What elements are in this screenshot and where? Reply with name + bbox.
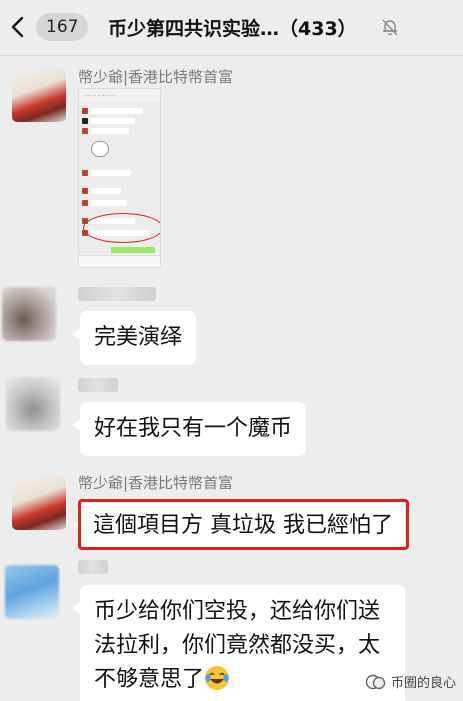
avatar[interactable] [6,377,60,431]
red-highlight-box [78,499,409,550]
message-bubble[interactable]: 完美演绎 [72,311,197,365]
message-line: 法拉利，你们竟然都没买，太 [94,633,381,658]
message-line-last: 不够意思了 [94,663,391,697]
thumbnail-row [82,199,127,206]
thumbnail-row [82,187,121,194]
sender-name: 幣少爺|香港比特幣首富 [78,68,234,86]
laughing-tears-emoji-icon [205,666,230,690]
sender-name-redacted [78,560,108,574]
avatar[interactable] [2,287,56,341]
thumbnail-red-circle [83,213,160,243]
chat-header: 167 币少第四共识实验…（433） [0,0,463,56]
thumbnail-row [111,247,155,253]
thumbnail-row [82,117,135,124]
sender-name: 幣少爺|香港比特幣首富 [78,474,234,492]
chevron-left-icon [11,16,24,38]
message-bubble[interactable]: 币少给你们空投，还给你们送 法拉利，你们竟然都没买，太 不够意思了 [73,585,405,701]
avatar[interactable] [5,565,59,619]
message-text: 好在我只有一个魔币 [94,416,293,441]
watermark: 币圈的良心 [365,672,456,691]
thumbnail-sticker [91,141,109,157]
image-message[interactable]: · · · · · · · · · · · · [78,88,161,268]
chat-title: 币少第四共识实验…（433） [108,18,357,40]
sender-name-redacted [78,378,118,392]
watermark-text: 币圈的良心 [391,676,457,691]
thumbnail-row [82,107,143,114]
thumbnail-header: · · · · · · · · · · · · [79,89,160,102]
avatar[interactable] [12,68,66,122]
thumbnail-footer [79,255,160,267]
message-text: 完美演绎 [94,325,183,350]
thumbnail-row [82,127,129,134]
unread-count-badge: 167 [36,13,89,41]
message-line: 币少给你们空投，还给你们送 [94,599,381,624]
message-bubble[interactable]: 好在我只有一个魔币 [72,402,307,456]
sender-name-redacted [78,287,156,301]
back-button[interactable]: 167 [10,12,90,42]
thumbnail-row [82,169,131,176]
avatar[interactable] [12,476,66,530]
wechat-official-account-icon [365,674,386,689]
message-line: 不够意思了 [94,667,205,692]
mute-bell-icon [382,19,398,36]
